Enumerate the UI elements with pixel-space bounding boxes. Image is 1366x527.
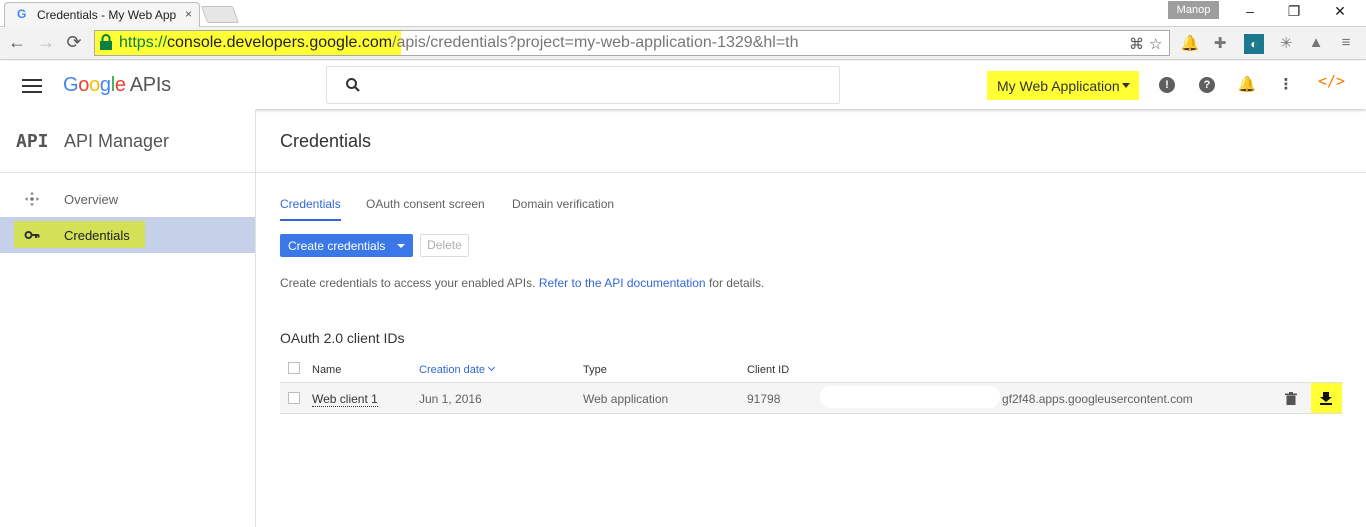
help-icon[interactable]: ? (1199, 77, 1215, 93)
table-row[interactable]: Web client 1 Jun 1, 2016 Web application… (280, 382, 1342, 414)
browser-tab[interactable]: G Credentials - My Web App × (4, 2, 200, 27)
extension-puzzle-icon[interactable]: ✚ (1210, 34, 1230, 54)
sidebar-title: API Manager (64, 131, 170, 151)
main-header: Credentials (256, 109, 1366, 173)
table-header: Name Creation date Type Client ID (280, 359, 1342, 381)
sidebar: API API Manager Overview Credentials (0, 109, 256, 527)
sidebar-header: API API Manager (0, 109, 255, 173)
logo-letter: o (89, 74, 100, 96)
client-id-suffix: gf2f48.apps.googleusercontent.com (1002, 392, 1193, 406)
chevron-down-icon (397, 244, 405, 248)
page-title: Credentials (280, 131, 372, 151)
forward-arrow-icon[interactable]: → (36, 32, 56, 53)
download-json-button[interactable] (1311, 383, 1342, 413)
address-bar[interactable]: https://console.developers.google.com/ap… (94, 30, 1170, 56)
tab-close-icon[interactable]: × (185, 7, 192, 21)
bookmark-star-icon[interactable]: ☆ (1149, 35, 1162, 53)
extension-teal-icon[interactable]: ◐ (1244, 34, 1264, 54)
project-name: My Web Application (997, 78, 1120, 94)
sidebar-item-label: Overview (64, 192, 119, 207)
column-header-type[interactable]: Type (583, 364, 607, 376)
delete-button[interactable]: Delete (420, 234, 469, 257)
logo-letter: e (114, 74, 126, 96)
logo-letter: g (99, 74, 111, 96)
extension-drive-icon[interactable]: ▲ (1306, 34, 1326, 54)
logo-letter: G (63, 74, 79, 96)
url-scheme: https:// (119, 34, 168, 51)
url-host: console.developers.google.com (167, 34, 393, 51)
browser-tab-title: Credentials - My Web App (37, 8, 177, 22)
client-id-prefix: 91798 (747, 392, 781, 406)
creation-date-cell: Jun 1, 2016 (419, 392, 482, 406)
trash-icon[interactable] (1285, 392, 1297, 405)
restore-icon[interactable]: ❐ (1284, 3, 1304, 20)
move-icon (25, 192, 39, 206)
tab-oauth-consent-screen[interactable]: OAuth consent screen (366, 197, 485, 219)
sidebar-item-label: Credentials (64, 228, 130, 243)
hamburger-menu-icon[interactable] (22, 79, 42, 93)
column-header-label: Creation date (419, 364, 486, 376)
browser-tabstrip: G Credentials - My Web App × Manop – ❐ ✕ (0, 0, 1366, 27)
api-documentation-link[interactable]: Refer to the API documentation (539, 276, 706, 290)
url-path: /apis/credentials?project=my-web-applica… (392, 34, 799, 51)
client-name-link[interactable]: Web client 1 (312, 392, 378, 407)
main-content: Credentials Credentials OAuth consent sc… (256, 109, 1366, 527)
search-icon (346, 78, 360, 92)
notifications-bell-icon[interactable]: 🔔 (1237, 75, 1257, 95)
download-icon (1320, 392, 1332, 405)
sort-arrow-icon (488, 363, 496, 372)
project-selector[interactable]: My Web Application (987, 71, 1139, 100)
create-credentials-label: Create credentials (288, 239, 386, 253)
select-all-checkbox[interactable] (288, 362, 300, 374)
sidebar-item-credentials[interactable]: Credentials (0, 217, 255, 253)
column-header-name[interactable]: Name (312, 364, 341, 376)
row-checkbox[interactable] (288, 392, 300, 404)
create-credentials-button[interactable]: Create credentials (280, 234, 413, 257)
api-badge-icon: API (16, 131, 49, 152)
column-header-creation-date[interactable]: Creation date (419, 363, 496, 376)
feedback-icon[interactable]: ! (1159, 77, 1175, 93)
chrome-menu-icon[interactable]: ≡ (1336, 34, 1356, 54)
translate-icon[interactable]: ⌘ (1129, 35, 1144, 53)
lock-icon (100, 34, 112, 50)
description-text: Create credentials to access your enable… (280, 276, 764, 290)
more-vert-icon[interactable]: ⋮ (1276, 75, 1296, 95)
description-prefix: Create credentials to access your enable… (280, 276, 536, 290)
column-header-client-id[interactable]: Client ID (747, 364, 789, 376)
sidebar-item-overview[interactable]: Overview (0, 181, 255, 217)
google-favicon-icon: G (17, 7, 27, 21)
description-suffix: for details. (708, 276, 765, 290)
tab-credentials[interactable]: Credentials (280, 197, 341, 221)
back-arrow-icon[interactable]: ← (7, 32, 27, 53)
new-tab-button[interactable] (200, 6, 240, 23)
cloud-shell-code-icon[interactable]: </> (1318, 72, 1345, 90)
extension-bell-icon[interactable]: 🔔 (1180, 34, 1200, 54)
extension-atom-icon[interactable]: ✳ (1276, 34, 1296, 54)
search-input[interactable] (326, 66, 840, 104)
logo-letter: o (78, 74, 90, 96)
url-text: https://console.developers.google.com/ap… (119, 34, 799, 52)
type-cell: Web application (583, 392, 669, 406)
window-close-icon[interactable]: ✕ (1330, 3, 1350, 20)
logo-suffix: APIs (129, 74, 171, 96)
browser-toolbar: ← → ⟳ https://console.developers.google.… (0, 27, 1366, 60)
google-apis-logo[interactable]: Google APIs (63, 74, 171, 97)
redaction-mask (820, 386, 1000, 408)
profile-badge[interactable]: Manop (1168, 1, 1219, 19)
reload-icon[interactable]: ⟳ (64, 32, 84, 53)
tab-domain-verification[interactable]: Domain verification (512, 197, 614, 219)
key-icon (24, 231, 40, 239)
section-title: OAuth 2.0 client IDs (280, 330, 405, 346)
app-header: Google APIs My Web Application ! ? 🔔 ⋮ </… (0, 61, 1366, 109)
minimize-icon[interactable]: – (1240, 3, 1260, 19)
chevron-down-icon (1122, 83, 1130, 88)
